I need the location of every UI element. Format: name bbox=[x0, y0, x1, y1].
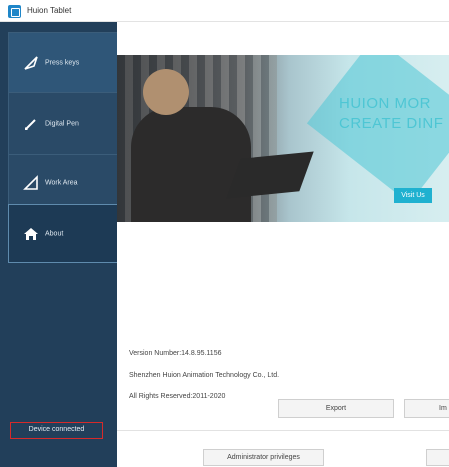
sidebar: Press keys Digital Pen Work Area About D… bbox=[0, 22, 117, 467]
version-number: Version Number:14.8.95.1156 bbox=[129, 350, 222, 357]
title-bar: Huion Tablet bbox=[0, 0, 449, 22]
banner-person-head bbox=[143, 69, 189, 115]
pen-icon bbox=[23, 116, 39, 132]
sidebar-item-label: Work Area bbox=[45, 179, 78, 187]
import-button[interactable]: Im bbox=[404, 399, 449, 418]
banner-subheadline: CREATE DINF bbox=[339, 115, 444, 132]
sidebar-item-label: Digital Pen bbox=[45, 120, 79, 127]
sidebar-item-label: Press keys bbox=[45, 59, 80, 66]
window-title: Huion Tablet bbox=[27, 6, 72, 15]
visit-us-button[interactable]: Visit Us bbox=[394, 188, 432, 203]
banner-person bbox=[131, 107, 251, 222]
huion-app-icon bbox=[8, 5, 21, 18]
sidebar-item-digital-pen[interactable]: Digital Pen bbox=[8, 92, 117, 155]
export-button[interactable]: Export bbox=[278, 399, 394, 418]
banner-tablet bbox=[226, 151, 314, 199]
sidebar-item-press-keys[interactable]: Press keys bbox=[8, 32, 117, 93]
home-icon bbox=[23, 226, 39, 242]
promo-banner: HUION MOR CREATE DINF Visit Us bbox=[117, 55, 449, 222]
administrator-privileges-button[interactable]: Administrator privileges bbox=[203, 449, 324, 466]
sidebar-item-label: About bbox=[45, 230, 64, 237]
device-status: Device connected bbox=[10, 422, 103, 439]
footer-button[interactable] bbox=[426, 449, 449, 466]
triangle-ruler-icon bbox=[23, 175, 39, 191]
sidebar-item-about[interactable]: About bbox=[8, 204, 117, 263]
copyright: All Rights Reserved:2011-2020 bbox=[129, 393, 226, 400]
pen-nib-icon bbox=[23, 55, 39, 71]
banner-headline: HUION MOR bbox=[339, 95, 431, 112]
footer-divider bbox=[117, 430, 449, 431]
company-name: Shenzhen Huion Animation Technology Co.,… bbox=[129, 372, 280, 379]
